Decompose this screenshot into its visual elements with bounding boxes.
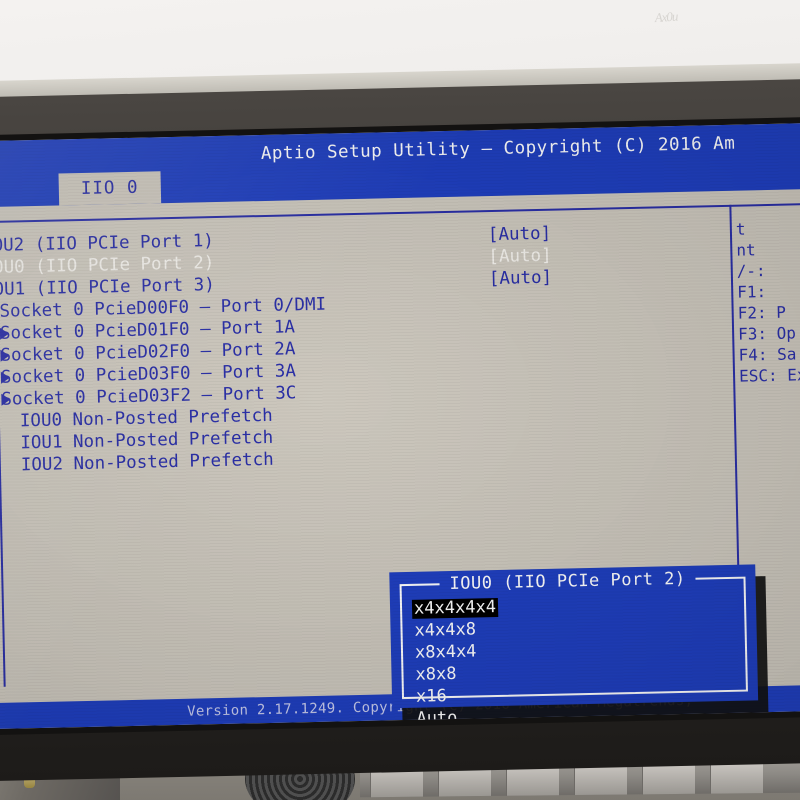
popup-option-row[interactable]: x4x4x8 — [412, 618, 498, 642]
popup-option-row[interactable]: x16 — [414, 684, 500, 708]
bios-screen: Aptio Setup Utility – Copyright (C) 2016… — [0, 123, 800, 729]
wall-mark: Ax0u — [654, 8, 678, 26]
popup-option-selected[interactable]: x4x4x4x4 — [411, 597, 499, 619]
help-line: F1: — [737, 282, 767, 302]
popup-option-list: x4x4x4x4 x4x4x8 x8x4x4 x8x8 x16 Auto — [411, 596, 501, 729]
help-panel: t nt/-: F1: F2: P F3: Op F4: Sa ESC: Ex — [736, 216, 800, 387]
submenu-arrow-icon — [0, 327, 10, 340]
menu-row-value[interactable]: [Auto] — [488, 245, 552, 268]
tab-iio-0[interactable]: IIO 0 — [58, 171, 161, 206]
help-line: nt — [736, 240, 756, 260]
popup-option-row[interactable]: x8x4x4 — [413, 640, 499, 664]
submenu-arrow-icon — [1, 393, 11, 406]
settings-menu: IOU2 (IIO PCIe Port 1) [Auto] IOU0 (IIO PC… — [0, 219, 723, 477]
popup-option-row[interactable]: x4x4x4x4 — [411, 596, 499, 620]
help-line: ESC: Ex — [738, 365, 800, 386]
help-line: /-: — [736, 261, 766, 281]
popup-option[interactable]: x8x8 — [413, 664, 458, 685]
menu-row-value[interactable]: [Auto] — [489, 267, 553, 290]
monitor: Aptio Setup Utility – Copyright (C) 2016… — [0, 62, 800, 782]
help-line: F2: P — [737, 302, 787, 323]
popup-option[interactable]: x4x4x8 — [412, 619, 478, 640]
menu-row-label: IOU2 Non-Posted Prefetch — [20, 449, 274, 476]
popup-option[interactable]: x8x4x4 — [413, 641, 479, 662]
popup-option-row[interactable]: x8x8 — [413, 662, 499, 686]
selection-popup[interactable]: IOU0 (IIO PCIe Port 2) x4x4x4x4 x4x4x8 x8x… — [389, 564, 759, 729]
help-line: F3: Op — [737, 323, 797, 344]
submenu-arrow-icon — [0, 371, 11, 384]
tab-label: IIO 0 — [80, 177, 139, 199]
photo-scene: Ax0u Aptio Setup Utility – Copyright (C)… — [0, 0, 800, 800]
submenu-arrow-icon — [0, 349, 10, 362]
popup-option[interactable]: x16 — [414, 686, 449, 707]
menu-row-value[interactable]: [Auto] — [488, 223, 552, 246]
help-line: F4: Sa — [738, 344, 797, 365]
help-line: t — [735, 219, 746, 239]
